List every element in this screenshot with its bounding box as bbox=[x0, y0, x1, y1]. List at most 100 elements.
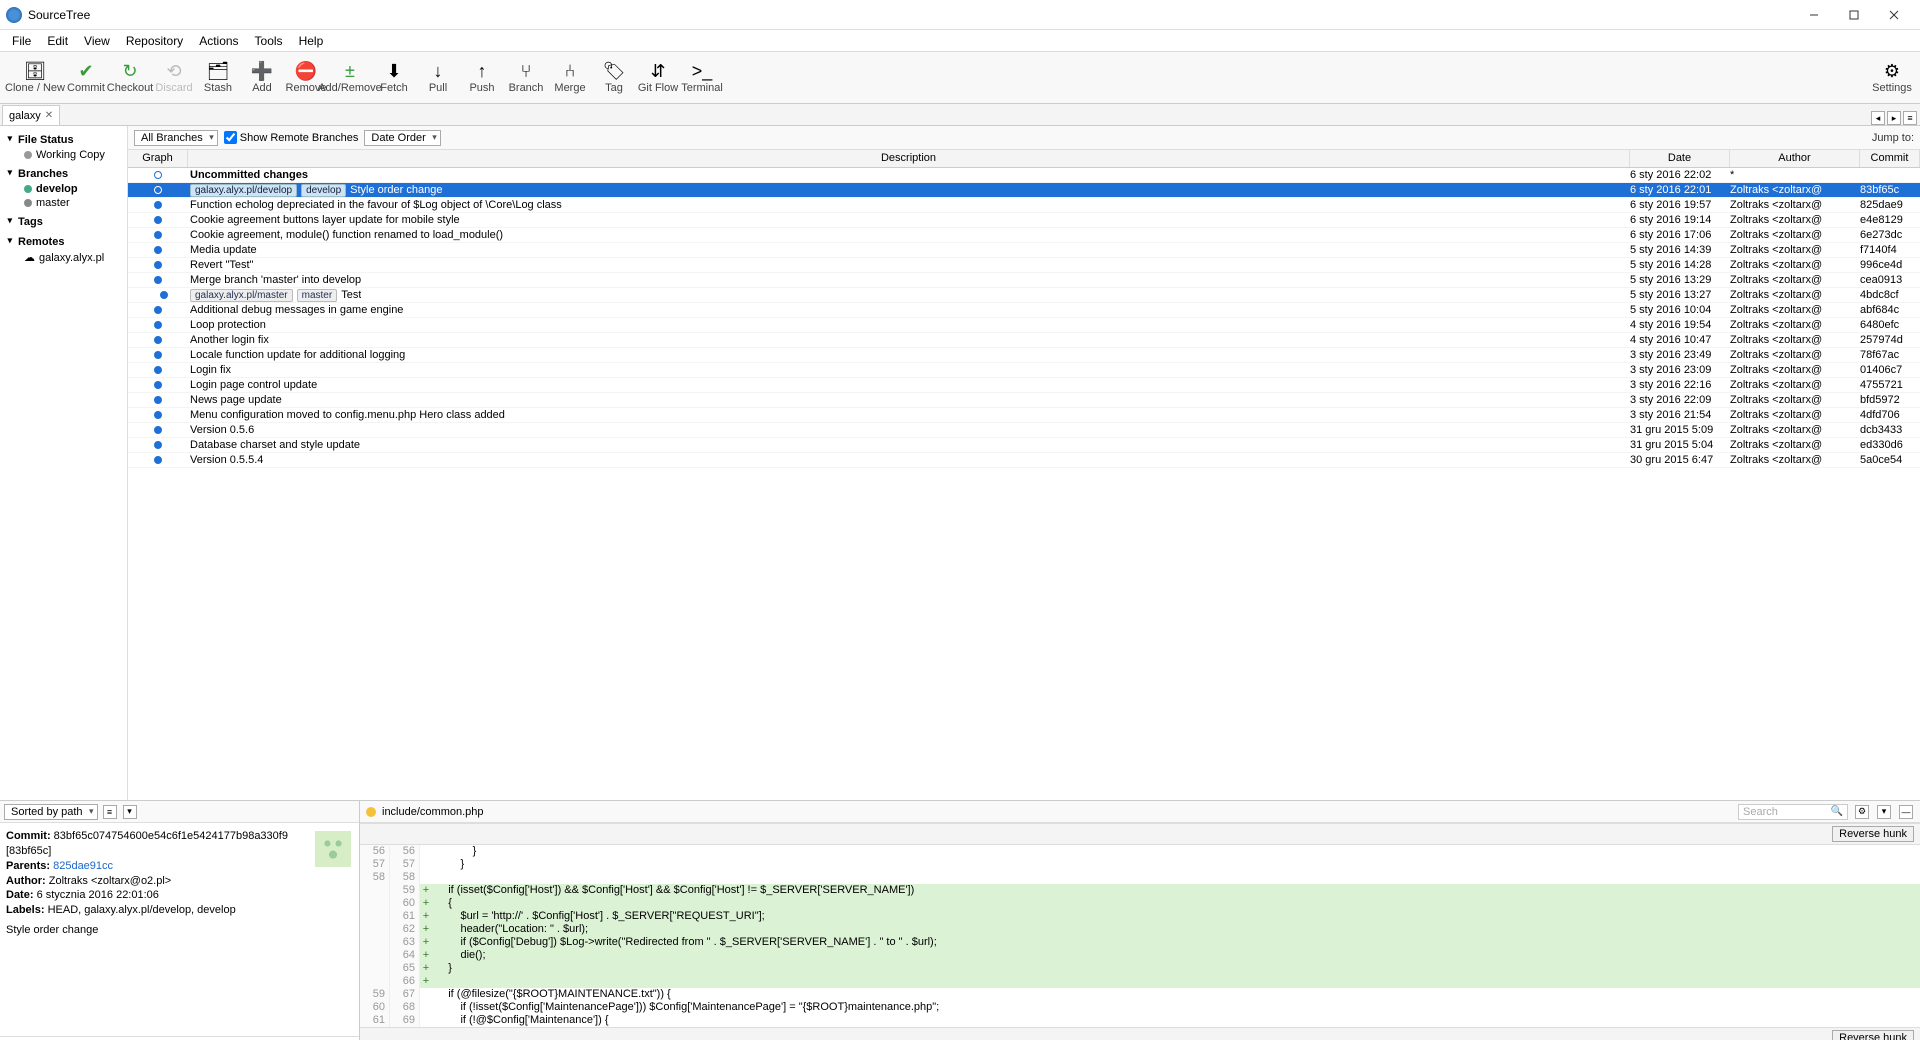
commit-row[interactable]: Database charset and style update31 gru … bbox=[128, 438, 1920, 453]
commit-button[interactable]: ✔Commit bbox=[64, 54, 108, 102]
graph-node-icon bbox=[154, 441, 162, 449]
diff-collapse-button[interactable]: — bbox=[1899, 805, 1913, 819]
clone-button[interactable]: 🗄Clone / New bbox=[6, 54, 64, 102]
commit-row[interactable]: News page update3 sty 2016 22:09Zoltraks… bbox=[128, 393, 1920, 408]
menu-file[interactable]: File bbox=[4, 32, 39, 50]
sidebar-section-file-status[interactable]: File Status bbox=[6, 132, 121, 148]
diff-line[interactable]: 5656 } bbox=[360, 845, 1920, 858]
terminal-icon: >_ bbox=[692, 62, 713, 80]
diff-line[interactable]: 5967 if (@filesize("{$ROOT}MAINTENANCE.t… bbox=[360, 988, 1920, 1001]
commit-row[interactable]: Cookie agreement, module() function rena… bbox=[128, 228, 1920, 243]
diff-line[interactable]: 60+ { bbox=[360, 897, 1920, 910]
diff-line[interactable]: 59+ if (isset($Config['Host']) && $Confi… bbox=[360, 884, 1920, 897]
commit-row[interactable]: Uncommitted changes6 sty 2016 22:02* bbox=[128, 168, 1920, 183]
push-button[interactable]: ↑Push bbox=[460, 54, 504, 102]
order-dropdown[interactable]: Date Order bbox=[364, 130, 440, 146]
commit-row[interactable]: galaxy.alyx.pl/mastermasterTest5 sty 201… bbox=[128, 288, 1920, 303]
diff-line[interactable]: 61+ $url = 'http://' . $Config['Host'] .… bbox=[360, 910, 1920, 923]
diff-line[interactable]: 5757 } bbox=[360, 858, 1920, 871]
sidebar-item-remote[interactable]: ☁galaxy.alyx.pl bbox=[6, 250, 121, 265]
menu-help[interactable]: Help bbox=[291, 32, 332, 50]
tree-view-button[interactable]: ▾ bbox=[123, 805, 137, 819]
menu-repository[interactable]: Repository bbox=[118, 32, 191, 50]
file-item[interactable]: CHANGES.txt bbox=[0, 1037, 359, 1040]
diff-line[interactable]: 6068 if (!isset($Config['MaintenancePage… bbox=[360, 1001, 1920, 1014]
sidebar-section-tags[interactable]: Tags bbox=[6, 214, 121, 230]
branch-badge: master bbox=[297, 289, 338, 302]
commit-row[interactable]: Login fix3 sty 2016 23:09Zoltraks <zolta… bbox=[128, 363, 1920, 378]
commit-row[interactable]: Loop protection4 sty 2016 19:54Zoltraks … bbox=[128, 318, 1920, 333]
commit-row[interactable]: Media update5 sty 2016 14:39Zoltraks <zo… bbox=[128, 243, 1920, 258]
graph-node-icon bbox=[154, 456, 162, 464]
diff-line[interactable]: 63+ if ($Config['Debug']) $Log->write("R… bbox=[360, 936, 1920, 949]
sidebar-item-branch-master[interactable]: master bbox=[6, 196, 121, 210]
commit-row[interactable]: Version 0.5.631 gru 2015 5:09Zoltraks <z… bbox=[128, 423, 1920, 438]
reverse-hunk-button[interactable]: Reverse hunk bbox=[1832, 1030, 1914, 1040]
commit-row[interactable]: Login page control update3 sty 2016 22:1… bbox=[128, 378, 1920, 393]
nav-menu-button[interactable]: ≡ bbox=[1903, 111, 1917, 125]
stash-button[interactable]: 🗂Stash bbox=[196, 54, 240, 102]
pull-button[interactable]: ↓Pull bbox=[416, 54, 460, 102]
col-description[interactable]: Description bbox=[188, 150, 1630, 167]
repo-tab[interactable]: galaxy ✕ bbox=[2, 105, 60, 125]
commit-row[interactable]: Revert "Test"5 sty 2016 14:28Zoltraks <z… bbox=[128, 258, 1920, 273]
tag-button[interactable]: 🏷Tag bbox=[592, 54, 636, 102]
sort-dropdown[interactable]: Sorted by path bbox=[4, 804, 98, 820]
addremove-button[interactable]: ±Add/Remove bbox=[328, 54, 372, 102]
commit-row[interactable]: Locale function update for additional lo… bbox=[128, 348, 1920, 363]
col-date[interactable]: Date bbox=[1630, 150, 1730, 167]
remove-button[interactable]: ⛔Remove bbox=[284, 54, 328, 102]
diff-line[interactable]: 5858 bbox=[360, 871, 1920, 884]
diff-line[interactable]: 64+ die(); bbox=[360, 949, 1920, 962]
diff-line[interactable]: 65+ } bbox=[360, 962, 1920, 975]
maximize-button[interactable] bbox=[1834, 2, 1874, 28]
sidebar-item-working-copy[interactable]: Working Copy bbox=[6, 148, 121, 162]
diff-menu-button[interactable]: ▾ bbox=[1877, 805, 1891, 819]
minimize-button[interactable] bbox=[1794, 2, 1834, 28]
discard-button[interactable]: ⟲Discard bbox=[152, 54, 196, 102]
reverse-hunk-button[interactable]: Reverse hunk bbox=[1832, 826, 1914, 842]
diff-line[interactable]: 6169 if (!@$Config['Maintenance']) { bbox=[360, 1014, 1920, 1027]
commit-row[interactable]: Another login fix4 sty 2016 10:47Zoltrak… bbox=[128, 333, 1920, 348]
menu-actions[interactable]: Actions bbox=[191, 32, 246, 50]
commit-row[interactable]: Additional debug messages in game engine… bbox=[128, 303, 1920, 318]
file-list[interactable]: CHANGES.txtinclude/common.phpinclude/hea… bbox=[0, 1036, 359, 1040]
commit-row[interactable]: Menu configuration moved to config.menu.… bbox=[128, 408, 1920, 423]
diff-settings-button[interactable]: ⚙ bbox=[1855, 805, 1869, 819]
col-author[interactable]: Author bbox=[1730, 150, 1860, 167]
diff-body[interactable]: Reverse hunk 5656 }5757 }585859+ if (isse… bbox=[360, 823, 1920, 1040]
diff-search-input[interactable]: Search bbox=[1738, 804, 1848, 820]
menu-tools[interactable]: Tools bbox=[247, 32, 291, 50]
add-button[interactable]: ➕Add bbox=[240, 54, 284, 102]
terminal-button[interactable]: >_Terminal bbox=[680, 54, 724, 102]
nav-prev-button[interactable]: ◂ bbox=[1871, 111, 1885, 125]
col-graph[interactable]: Graph bbox=[128, 150, 188, 167]
menu-edit[interactable]: Edit bbox=[39, 32, 76, 50]
commit-row[interactable]: Function echolog depreciated in the favo… bbox=[128, 198, 1920, 213]
close-icon[interactable]: ✕ bbox=[45, 110, 53, 121]
sidebar-section-remotes[interactable]: Remotes bbox=[6, 234, 121, 250]
show-remote-checkbox[interactable]: Show Remote Branches bbox=[224, 131, 359, 144]
diff-line[interactable]: 66+ bbox=[360, 975, 1920, 988]
commit-row[interactable]: galaxy.alyx.pl/developdevelopStyle order… bbox=[128, 183, 1920, 198]
branches-dropdown[interactable]: All Branches bbox=[134, 130, 218, 146]
diff-line[interactable]: 62+ header("Location: " . $url); bbox=[360, 923, 1920, 936]
nav-next-button[interactable]: ▸ bbox=[1887, 111, 1901, 125]
settings-button[interactable]: ⚙Settings bbox=[1870, 54, 1914, 102]
merge-button[interactable]: ⑃Merge bbox=[548, 54, 592, 102]
checkout-button[interactable]: ↻Checkout bbox=[108, 54, 152, 102]
parent-link[interactable]: 825dae91cc bbox=[53, 860, 113, 872]
commit-row[interactable]: Merge branch 'master' into develop5 sty … bbox=[128, 273, 1920, 288]
gitflow-button[interactable]: ⇵Git Flow bbox=[636, 54, 680, 102]
menu-view[interactable]: View bbox=[76, 32, 118, 50]
branch-button[interactable]: ⑂Branch bbox=[504, 54, 548, 102]
commit-row[interactable]: Version 0.5.5.430 gru 2015 6:47Zoltraks … bbox=[128, 453, 1920, 468]
list-view-button[interactable]: ≡ bbox=[103, 805, 117, 819]
close-button[interactable] bbox=[1874, 2, 1914, 28]
commit-table-body[interactable]: Uncommitted changes6 sty 2016 22:02*gala… bbox=[128, 168, 1920, 800]
sidebar-item-branch-develop[interactable]: develop bbox=[6, 182, 121, 196]
sidebar-section-branches[interactable]: Branches bbox=[6, 166, 121, 182]
col-commit[interactable]: Commit bbox=[1860, 150, 1920, 167]
fetch-button[interactable]: ⬇Fetch bbox=[372, 54, 416, 102]
commit-row[interactable]: Cookie agreement buttons layer update fo… bbox=[128, 213, 1920, 228]
